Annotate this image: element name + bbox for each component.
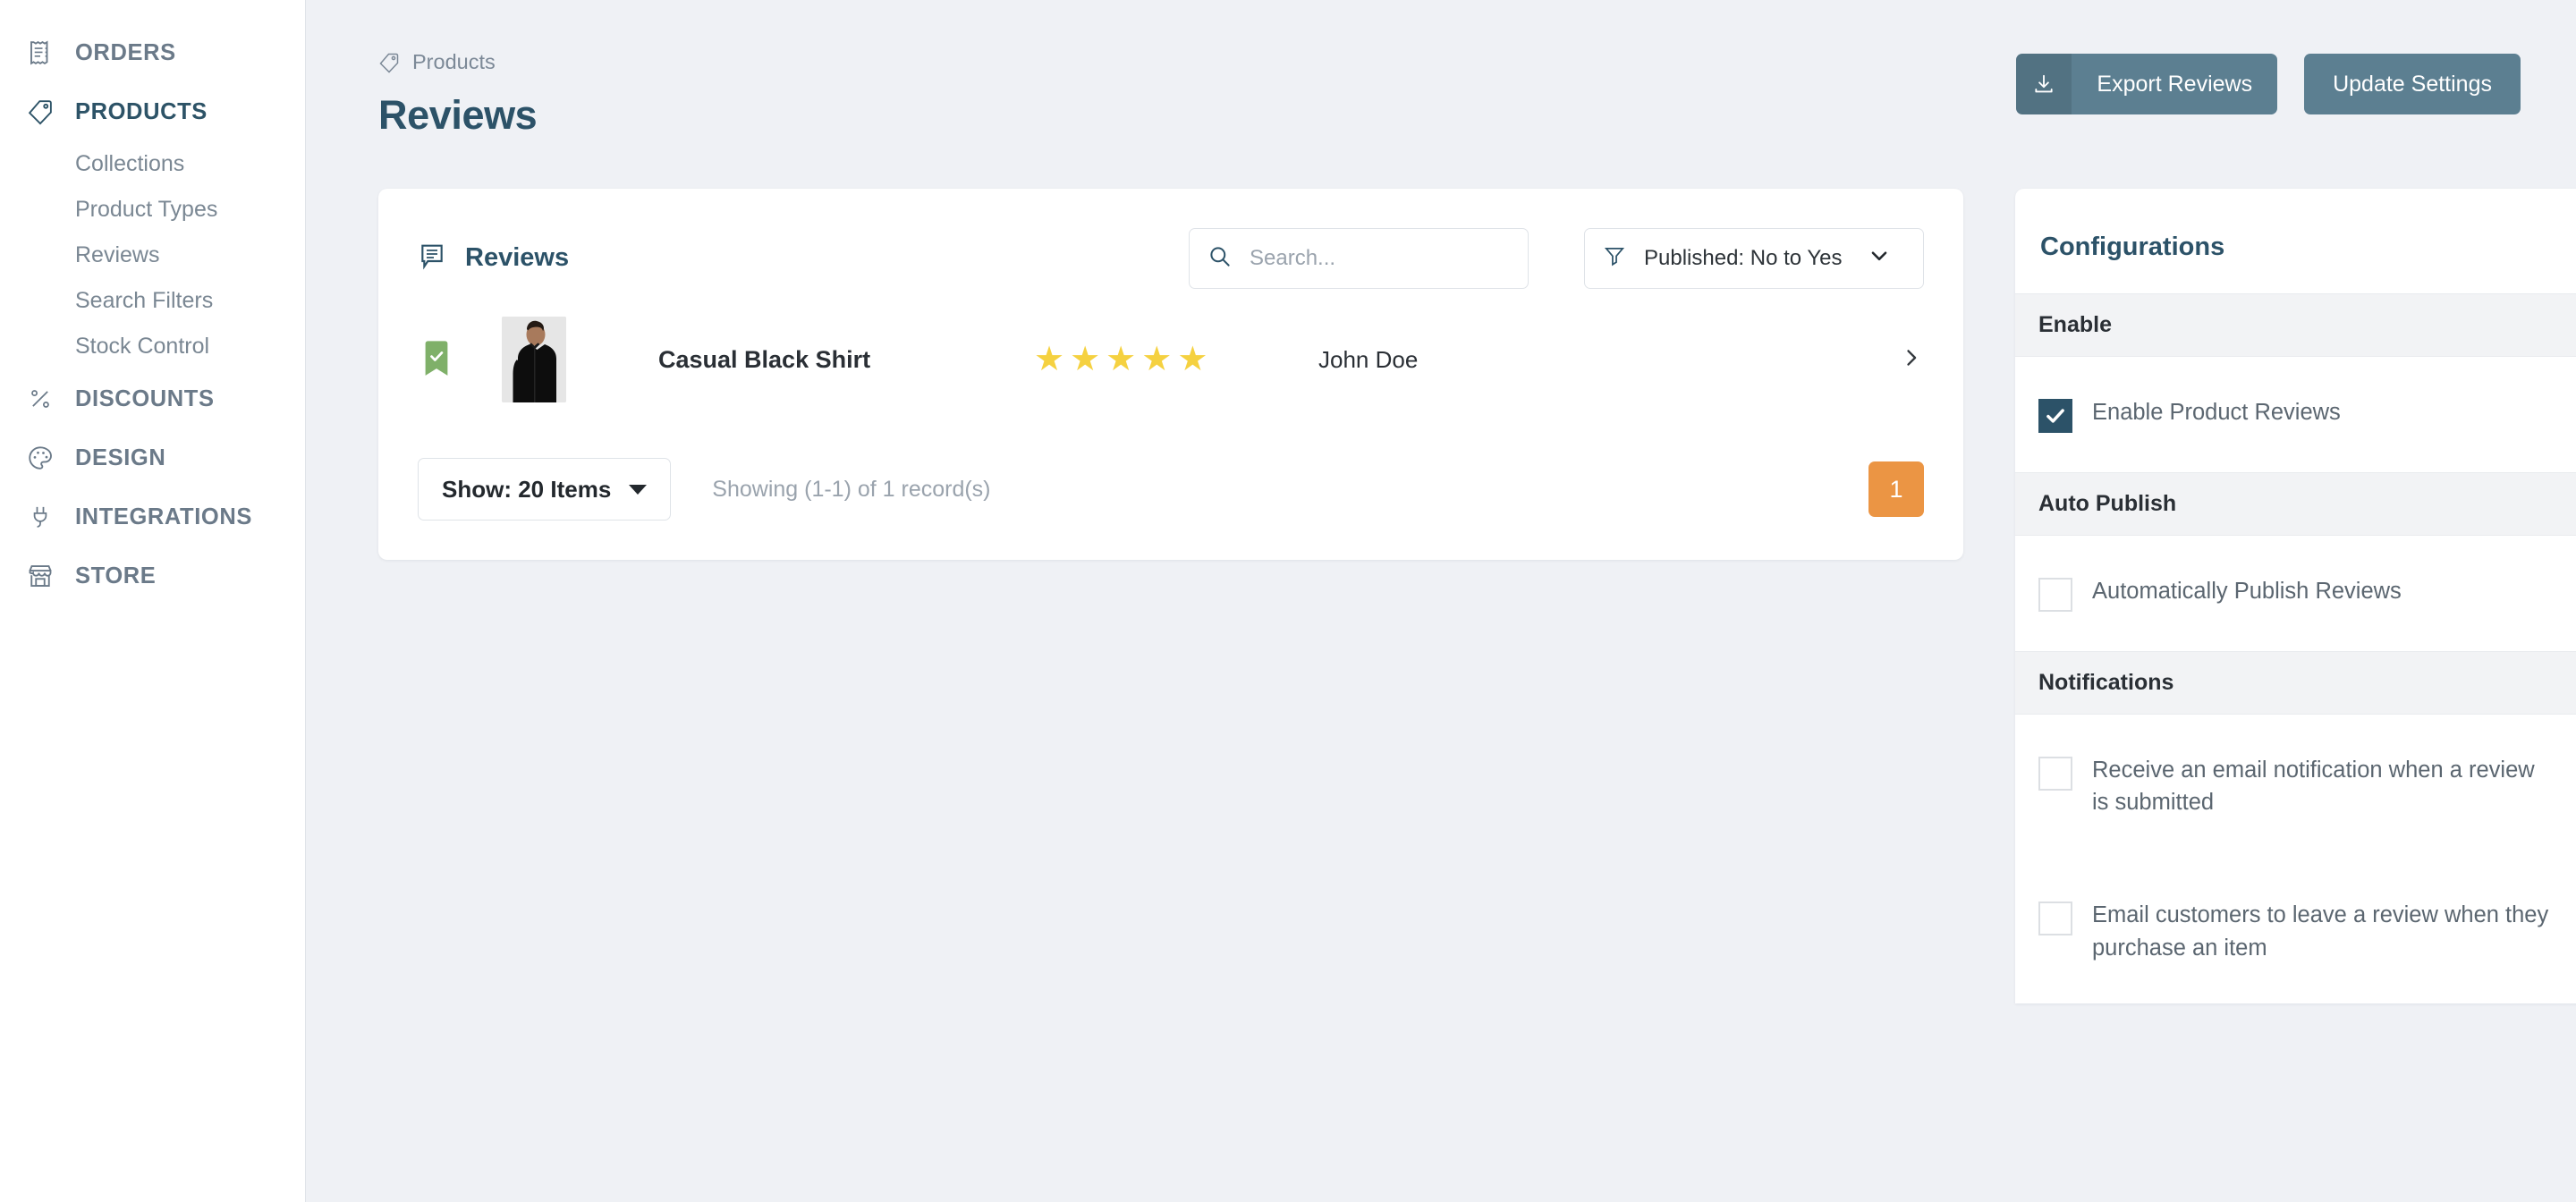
reviews-card-footer: Show: 20 Items Showing (1-1) of 1 record… bbox=[378, 427, 1963, 560]
section-body-enable: Enable Product Reviews bbox=[2015, 357, 2576, 472]
section-heading-notifications: Notifications bbox=[2015, 651, 2576, 715]
option-automatically-publish-reviews[interactable]: Automatically Publish Reviews bbox=[2038, 575, 2552, 612]
header-actions: Export Reviews Update Settings bbox=[2016, 54, 2521, 114]
content-area: Reviews Search... Published: No to Yes C… bbox=[306, 189, 2576, 1003]
section-body-notifications: Receive an email notification when a rev… bbox=[2015, 715, 2576, 1003]
checkbox-email-customers-to-review[interactable] bbox=[2038, 902, 2072, 936]
rating-stars: ★ ★ ★ ★ ★ bbox=[1034, 343, 1267, 377]
sidebar-item-label: INTEGRATIONS bbox=[75, 504, 252, 529]
checkbox-automatically-publish-reviews[interactable] bbox=[2038, 578, 2072, 612]
update-settings-button[interactable]: Update Settings bbox=[2304, 54, 2521, 114]
star-icon: ★ bbox=[1070, 341, 1101, 378]
sidebar-subitem-product-types[interactable]: Product Types bbox=[0, 187, 305, 233]
receipt-icon bbox=[25, 38, 55, 68]
percent-icon bbox=[25, 384, 55, 414]
storefront-icon bbox=[25, 561, 55, 591]
product-thumbnail bbox=[502, 317, 566, 402]
section-heading-auto-publish: Auto Publish bbox=[2015, 472, 2576, 536]
sidebar-item-label: ORDERS bbox=[75, 39, 176, 65]
bookmark-check-icon bbox=[421, 340, 461, 379]
published-filter-select[interactable]: Published: No to Yes bbox=[1584, 227, 1924, 289]
option-email-notification-on-submit[interactable]: Receive an email notification when a rev… bbox=[2038, 754, 2552, 818]
reviews-card-title: Reviews bbox=[465, 243, 570, 272]
reviews-card-header: Reviews Search... Published: No to Yes bbox=[378, 189, 1963, 292]
page-header: Products Reviews Export Reviews Update S… bbox=[306, 0, 2576, 139]
configurations-title: Configurations bbox=[2040, 233, 2225, 261]
pagination: 1 bbox=[1868, 461, 1924, 517]
checkbox-label: Receive an email notification when a rev… bbox=[2092, 758, 2535, 816]
sidebar-item-label: PRODUCTS bbox=[75, 98, 208, 124]
option-enable-product-reviews[interactable]: Enable Product Reviews bbox=[2038, 396, 2552, 433]
star-icon: ★ bbox=[1106, 341, 1137, 378]
chevron-down-icon[interactable] bbox=[1868, 244, 1891, 272]
sidebar-item-discounts[interactable]: DISCOUNTS bbox=[0, 369, 305, 428]
section-heading-enable: Enable bbox=[2015, 293, 2576, 357]
reviews-card: Reviews Search... Published: No to Yes C… bbox=[378, 189, 1963, 560]
palette-icon bbox=[25, 443, 55, 473]
search-input[interactable] bbox=[1250, 245, 1500, 271]
download-icon bbox=[2016, 54, 2072, 114]
export-reviews-label: Export Reviews bbox=[2097, 71, 2253, 97]
star-icon: ★ bbox=[1141, 341, 1173, 378]
page-title: Reviews bbox=[378, 92, 538, 138]
sidebar-item-orders[interactable]: ORDERS bbox=[0, 23, 305, 82]
configurations-panel: Configurations Enable Enable Product Rev… bbox=[2015, 189, 2576, 1003]
section-body-auto-publish: Automatically Publish Reviews bbox=[2015, 536, 2576, 651]
search-box[interactable] bbox=[1189, 227, 1529, 289]
sidebar-group-products: PRODUCTS Collections Product Types Revie… bbox=[0, 82, 305, 369]
star-icon: ★ bbox=[1034, 341, 1065, 378]
sidebar-subitem-stock-control[interactable]: Stock Control bbox=[0, 324, 305, 369]
main-content: Products Reviews Export Reviews Update S… bbox=[306, 0, 2576, 1202]
sidebar-item-store[interactable]: STORE bbox=[0, 546, 305, 605]
product-name: Casual Black Shirt bbox=[658, 345, 871, 373]
checkbox-label: Automatically Publish Reviews bbox=[2092, 579, 2402, 604]
review-author: John Doe bbox=[1318, 345, 1419, 373]
sidebar-item-products[interactable]: PRODUCTS bbox=[0, 82, 305, 141]
funnel-icon bbox=[1603, 244, 1626, 272]
sidebar-group-store: STORE bbox=[0, 546, 305, 605]
sidebar-subitem-collections[interactable]: Collections bbox=[0, 141, 305, 187]
update-settings-label: Update Settings bbox=[2333, 71, 2492, 97]
chevron-right-icon[interactable] bbox=[1899, 345, 1924, 375]
sidebar-group-orders: ORDERS bbox=[0, 23, 305, 82]
sidebar-item-label: STORE bbox=[75, 563, 157, 588]
pagination-page-1[interactable]: 1 bbox=[1868, 461, 1924, 517]
sidebar-item-integrations[interactable]: INTEGRATIONS bbox=[0, 487, 305, 546]
checkbox-enable-product-reviews[interactable] bbox=[2038, 399, 2072, 433]
sidebar-item-label: DESIGN bbox=[75, 444, 166, 470]
record-count-text: Showing (1-1) of 1 record(s) bbox=[712, 476, 991, 502]
star-icon: ★ bbox=[1177, 341, 1208, 378]
reviews-card-tools: Published: No to Yes bbox=[1189, 227, 1924, 289]
header-left: Products Reviews bbox=[378, 50, 538, 139]
sidebar-subitem-search-filters[interactable]: Search Filters bbox=[0, 278, 305, 324]
app-root: ORDERS PRODUCTS Collections Product Type… bbox=[0, 0, 2576, 1202]
checkbox-label: Email customers to leave a review when t… bbox=[2092, 902, 2549, 961]
page-size-dropdown[interactable]: Show: 20 Items bbox=[418, 458, 672, 521]
sidebar-group-discounts: DISCOUNTS bbox=[0, 369, 305, 428]
sidebar-group-integrations: INTEGRATIONS bbox=[0, 487, 305, 546]
tag-icon bbox=[25, 97, 55, 127]
sidebar-item-design[interactable]: DESIGN bbox=[0, 428, 305, 487]
tag-icon bbox=[378, 52, 400, 73]
search-icon bbox=[1208, 244, 1232, 273]
export-reviews-button[interactable]: Export Reviews bbox=[2016, 54, 2278, 114]
breadcrumb[interactable]: Products bbox=[378, 50, 537, 74]
caret-down-icon bbox=[629, 484, 648, 495]
option-email-customers-to-review[interactable]: Email customers to leave a review when t… bbox=[2038, 899, 2552, 963]
sidebar-item-label: DISCOUNTS bbox=[75, 385, 215, 411]
comment-icon bbox=[418, 241, 446, 275]
checkbox-label: Enable Product Reviews bbox=[2092, 400, 2341, 425]
page-size-label: Show: 20 Items bbox=[442, 475, 612, 503]
breadcrumb-label: Products bbox=[412, 50, 496, 73]
published-filter-value: Published: No to Yes bbox=[1644, 245, 1843, 270]
reviews-card-title-wrap: Reviews bbox=[418, 241, 569, 275]
sidebar-subitem-reviews[interactable]: Reviews bbox=[0, 233, 305, 278]
sidebar-group-design: DESIGN bbox=[0, 428, 305, 487]
table-row[interactable]: Casual Black Shirt ★ ★ ★ ★ ★ John Doe bbox=[378, 292, 1963, 427]
checkbox-email-notification-on-submit[interactable] bbox=[2038, 757, 2072, 791]
sidebar: ORDERS PRODUCTS Collections Product Type… bbox=[0, 0, 306, 1202]
plug-icon bbox=[25, 502, 55, 532]
